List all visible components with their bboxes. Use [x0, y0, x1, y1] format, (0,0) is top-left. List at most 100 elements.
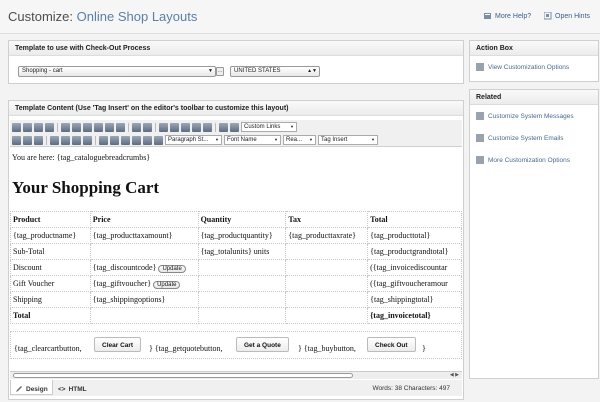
- table-cell: [285, 291, 369, 308]
- spellcheck-icon[interactable]: [23, 122, 32, 132]
- template-browse-button[interactable]: …: [216, 67, 224, 76]
- settings-icon: [476, 156, 484, 164]
- tab-html[interactable]: <> HTML: [54, 380, 91, 395]
- header-cell: Product: [10, 211, 91, 228]
- word-count: Words: 38 Characters: 497: [372, 385, 450, 392]
- table-cell: [285, 243, 369, 260]
- bullet-list-icon[interactable]: [99, 135, 108, 145]
- page-title-sub: Online Shop Layouts: [76, 9, 198, 24]
- table-cell: [197, 259, 287, 276]
- font-name-dropdown[interactable]: Font Name ▼: [224, 135, 281, 145]
- copy-icon[interactable]: [72, 122, 81, 132]
- settings-icon: [476, 112, 484, 120]
- highlight-icon[interactable]: [154, 135, 163, 145]
- toolbar-row-1: Custom Links ▼: [12, 121, 297, 133]
- form-icon[interactable]: [219, 122, 228, 132]
- action-box: Action Box View Customization Options: [469, 40, 599, 82]
- table-cell: {tag_giftvoucher} Update: [89, 275, 199, 292]
- settings-icon: [476, 63, 484, 71]
- discount-update-button[interactable]: Update: [158, 264, 186, 273]
- paste-text-icon[interactable]: [94, 122, 103, 132]
- font-size-dropdown[interactable]: Rea... ▼: [283, 135, 316, 145]
- format-stripper-icon[interactable]: [116, 122, 125, 132]
- country-select-value: UNITED STATES: [234, 68, 281, 74]
- chevron-down-icon: ▼: [371, 137, 375, 142]
- chevron-down-icon: ▼: [208, 68, 213, 74]
- replace-icon[interactable]: [45, 122, 54, 132]
- tab-design[interactable]: Design: [10, 380, 53, 395]
- toolbar-divider: [128, 122, 129, 132]
- close-brace: }: [422, 344, 426, 353]
- sidebar-item-more-options[interactable]: More Customization Options: [470, 149, 598, 171]
- font-color-icon[interactable]: [143, 135, 152, 145]
- custom-links-dropdown[interactable]: Custom Links ▼: [241, 122, 297, 132]
- align-right-icon[interactable]: [72, 135, 81, 145]
- scroll-arrows-icon[interactable]: ◀ ▶: [450, 372, 459, 378]
- table-cell: [197, 291, 287, 308]
- module-icon[interactable]: [230, 122, 239, 132]
- undo-icon[interactable]: [132, 122, 141, 132]
- table-cell: {tag_shippingtotal}: [367, 291, 462, 308]
- underline-icon[interactable]: [34, 135, 43, 145]
- scrollbar-thumb[interactable]: [13, 373, 353, 378]
- bold-icon[interactable]: [12, 135, 21, 145]
- more-help-link[interactable]: More Help?: [484, 12, 531, 20]
- toolbar-divider: [57, 122, 58, 132]
- gift-voucher-tag: {tag_giftvoucher}: [92, 278, 152, 288]
- page-title: Customize: Online Shop Layouts: [8, 9, 197, 24]
- open-hints-link[interactable]: Open Hints: [544, 12, 590, 20]
- table-icon[interactable]: [181, 122, 190, 132]
- sidebar-item-label: Customize System Emails: [488, 134, 564, 142]
- outdent-icon[interactable]: [121, 135, 130, 145]
- cart-table: Product Price Quantity Tax Total {tag_pr…: [10, 211, 462, 324]
- link-icon[interactable]: [159, 122, 168, 132]
- editor-area[interactable]: You are here: {tag_cataloguebreadcrumbs}…: [10, 152, 462, 370]
- find-icon[interactable]: [34, 122, 43, 132]
- align-left-icon[interactable]: [50, 135, 59, 145]
- table-cell: [285, 259, 369, 276]
- paste-word-icon[interactable]: [105, 122, 114, 132]
- paragraph-style-dropdown[interactable]: Paragraph St... ▼: [165, 135, 222, 145]
- sidebar-item-view-customization[interactable]: View Customization Options: [470, 56, 598, 78]
- chevron-down-icon: ▼: [309, 137, 313, 142]
- custom-links-label: Custom Links: [244, 124, 281, 130]
- tag-insert-dropdown[interactable]: Tag Insert ▼: [318, 135, 378, 145]
- align-justify-icon[interactable]: [83, 135, 92, 145]
- cut-icon[interactable]: [61, 122, 70, 132]
- voucher-update-button[interactable]: Update: [153, 280, 181, 289]
- sidebar-item-system-messages[interactable]: Customize System Messages: [470, 105, 598, 127]
- chevron-down-icon: ▼: [215, 137, 219, 142]
- paste-icon[interactable]: [83, 122, 92, 132]
- image-icon[interactable]: [170, 122, 179, 132]
- chevron-down-icon: ▼: [274, 137, 278, 142]
- special-char-icon[interactable]: [203, 122, 212, 132]
- country-select[interactable]: UNITED STATES ▲▼: [230, 66, 320, 77]
- toolbar-divider: [215, 122, 216, 132]
- redo-icon[interactable]: [143, 122, 152, 132]
- table-row: Shipping {tag_shippingoptions} {tag_ship…: [10, 291, 462, 308]
- table-cell: [89, 243, 199, 260]
- settings-icon: [476, 134, 484, 142]
- table-cell: [197, 307, 287, 324]
- table-cell: {tag_invoicetotal}: [367, 307, 462, 324]
- table-cell: ({tag_giftvoucheramour: [367, 275, 462, 292]
- template-select[interactable]: Shopping - cart ▼: [18, 66, 216, 77]
- buy-tag: } {tag_buybutton,: [298, 344, 356, 353]
- clear-cart-button[interactable]: Clear Cart: [94, 337, 142, 352]
- get-quote-button[interactable]: Get a Quote: [236, 337, 289, 352]
- table-cell: {tag_producttotal}: [367, 227, 462, 244]
- align-center-icon[interactable]: [61, 135, 70, 145]
- flash-icon[interactable]: [192, 122, 201, 132]
- table-cell: {tag_producttaxrate}: [285, 227, 369, 244]
- tag-insert-label: Tag Insert: [321, 137, 348, 143]
- indent-icon[interactable]: [132, 135, 141, 145]
- italic-icon[interactable]: [23, 135, 32, 145]
- sidebar-item-label: More Customization Options: [488, 156, 571, 164]
- print-icon[interactable]: [12, 122, 21, 132]
- sidebar-item-system-emails[interactable]: Customize System Emails: [470, 127, 598, 149]
- editor-horizontal-scrollbar[interactable]: ◀ ▶: [10, 371, 462, 379]
- check-out-button[interactable]: Check Out: [367, 337, 416, 352]
- hints-icon: [544, 12, 552, 20]
- table-cell: Total: [10, 307, 91, 324]
- numbered-list-icon[interactable]: [110, 135, 119, 145]
